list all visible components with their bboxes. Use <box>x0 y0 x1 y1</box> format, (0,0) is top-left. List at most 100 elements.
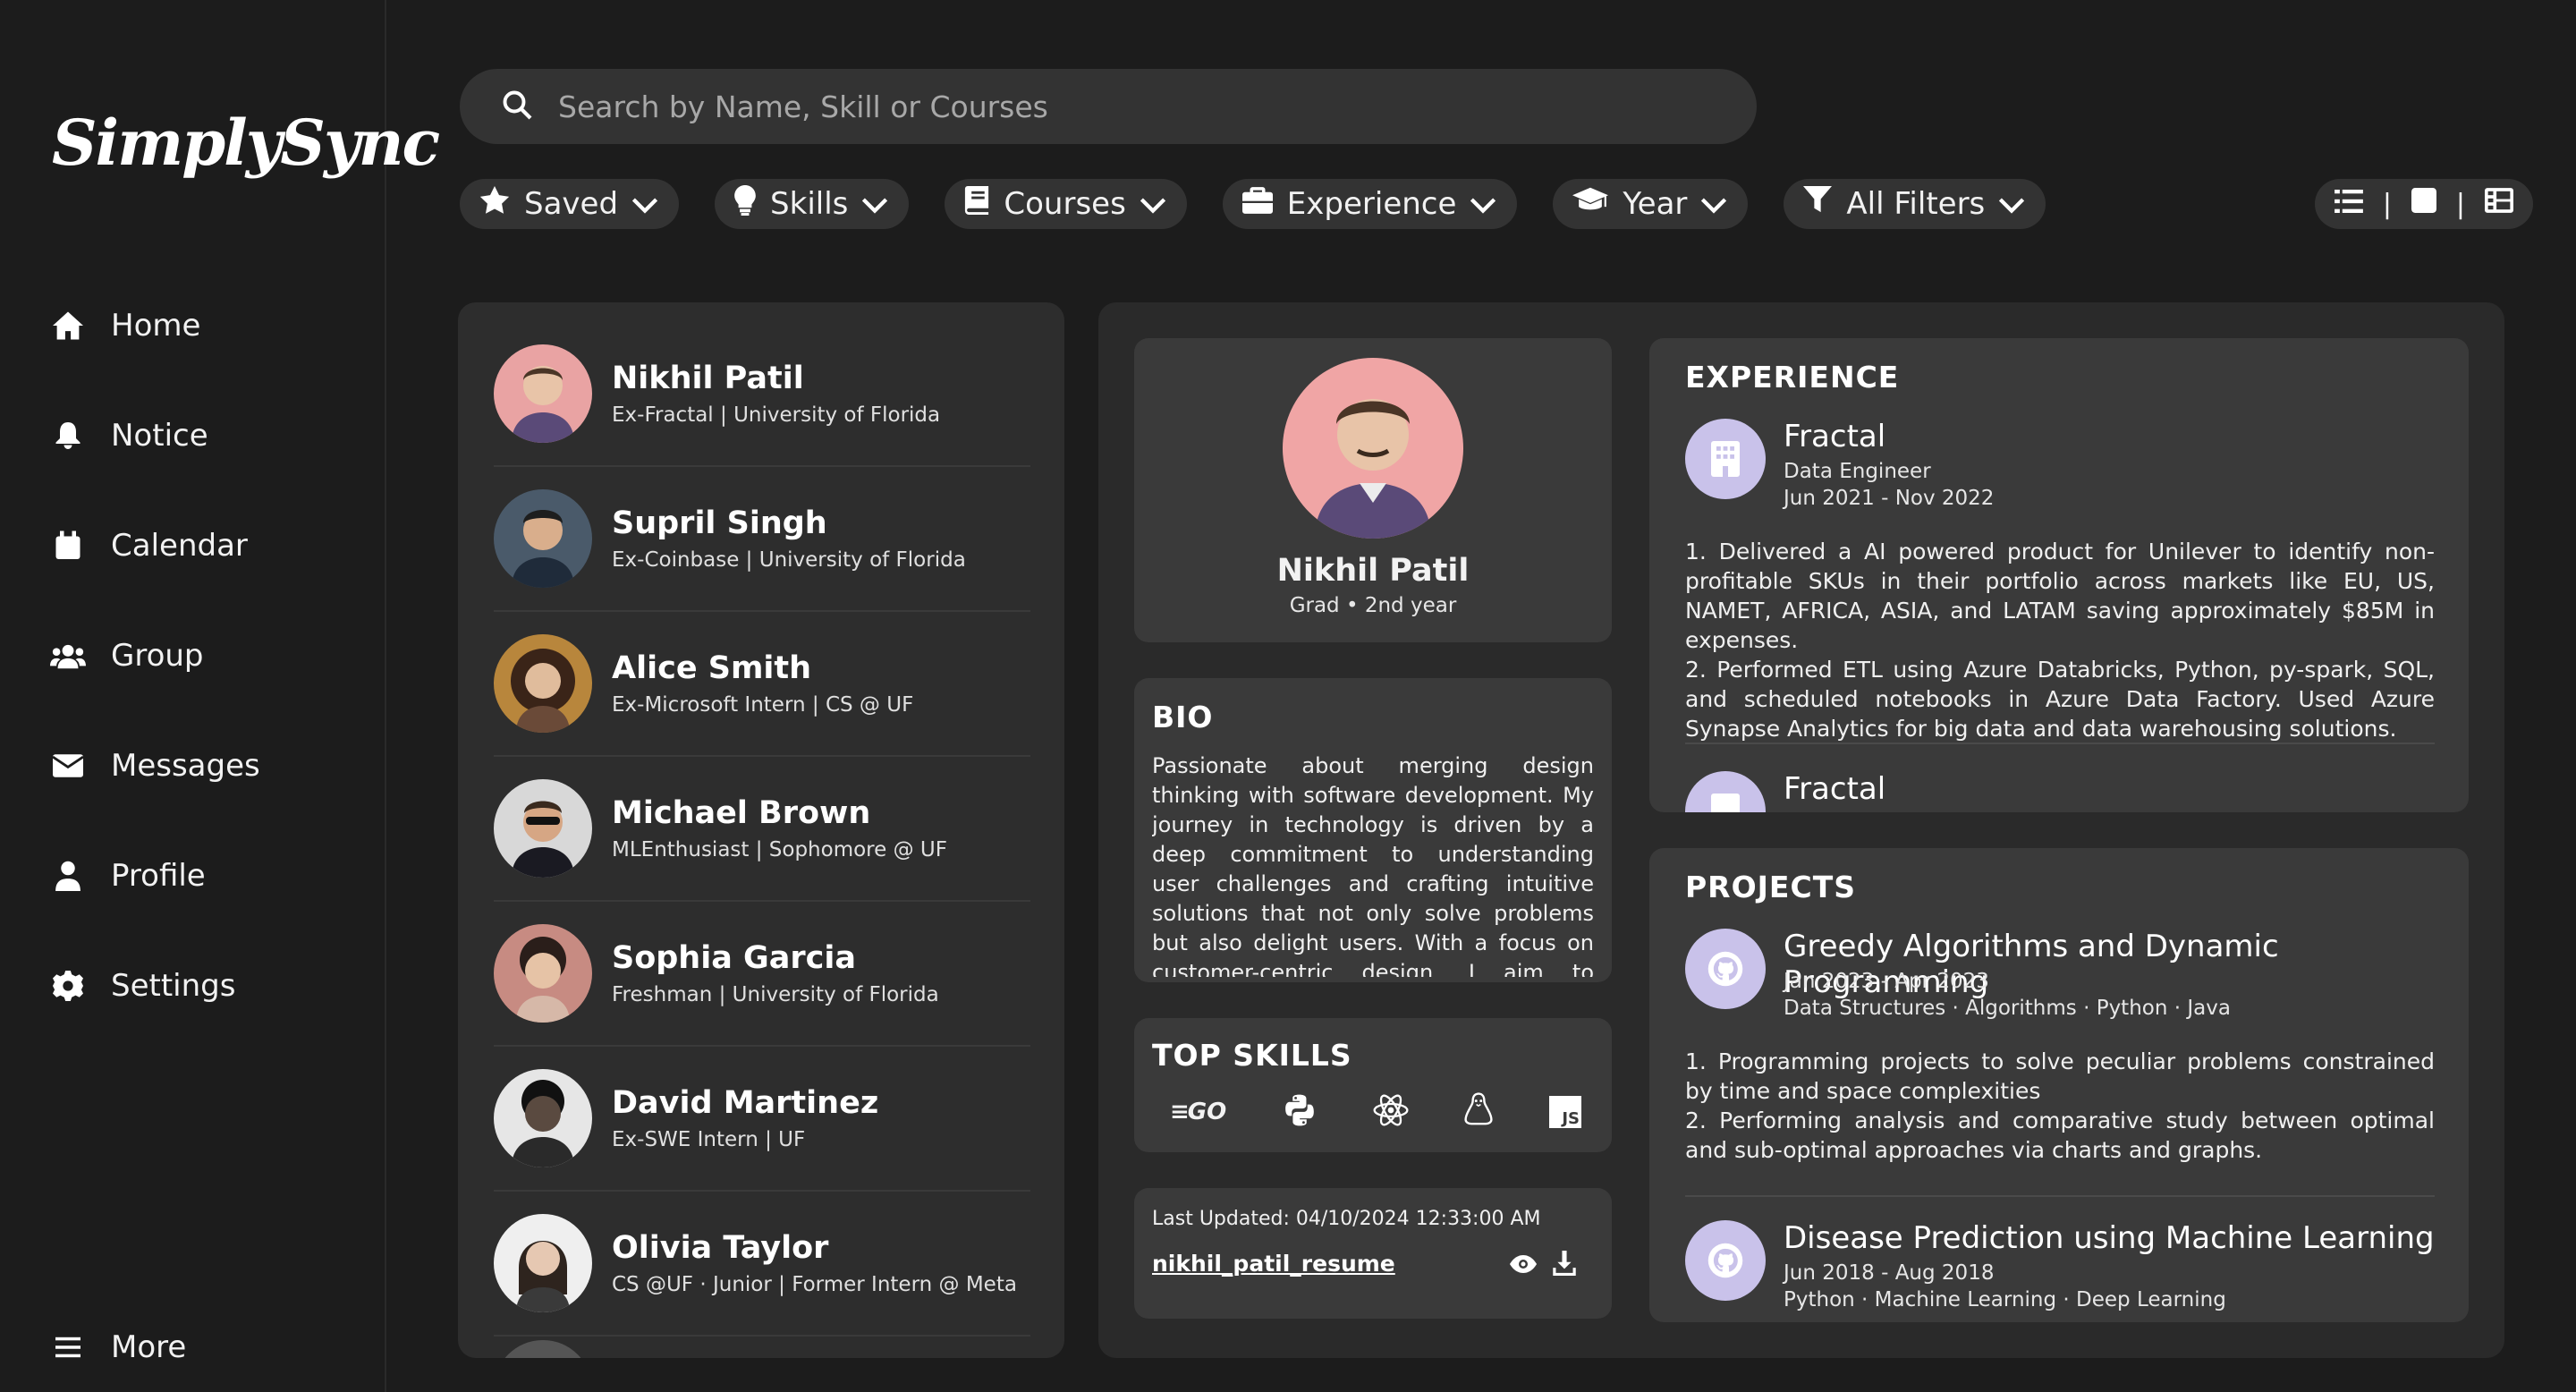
person-name: David Martinez <box>612 1085 879 1121</box>
lightbulb-icon <box>734 184 756 224</box>
experience-dates: Jun 2021 - Nov 2022 <box>1784 487 1995 510</box>
project-dates: Jan 2023 - Apr 2023 <box>1784 970 1989 993</box>
card-view-icon[interactable] <box>2411 188 2436 220</box>
sidebar-item-calendar[interactable]: Calendar <box>50 528 248 564</box>
building-icon <box>1685 771 1766 812</box>
bio-card: BIO Passionate about merging design thin… <box>1134 678 1612 982</box>
skills-title: TOP SKILLS <box>1152 1038 1352 1073</box>
github-icon <box>1685 1220 1766 1301</box>
list-item[interactable]: David Martinez Ex-SWE Intern | UF <box>494 1047 1030 1192</box>
grid-view-icon[interactable] <box>2484 188 2513 220</box>
more-button[interactable]: More <box>50 1329 186 1365</box>
filter-label: Experience <box>1286 186 1457 222</box>
bio-title: BIO <box>1152 700 1214 734</box>
chevron-down-icon <box>1999 186 2025 222</box>
list-item[interactable]: Nikhil Patil Ex-Fractal | University of … <box>494 322 1030 467</box>
avatar <box>494 1340 592 1358</box>
sidebar-item-messages[interactable]: Messages <box>50 748 260 784</box>
list-item[interactable]: Supril Singh Ex-Coinbase | University of… <box>494 467 1030 612</box>
avatar <box>494 924 592 1023</box>
search-input[interactable] <box>558 89 1631 124</box>
filter-label: Saved <box>524 186 619 222</box>
sidebar-item-label: Group <box>111 638 204 674</box>
download-icon[interactable] <box>1553 1251 1576 1279</box>
profile-subtitle: Grad • 2nd year <box>1289 594 1457 617</box>
projects-card: PROJECTS Greedy Algorithms and Dynamic P… <box>1649 848 2469 1322</box>
graduation-cap-icon <box>1572 186 1609 222</box>
filter-year[interactable]: Year <box>1553 179 1749 229</box>
experience-card: EXPERIENCE Fractal Data Engineer Jun 202… <box>1649 338 2469 812</box>
experience-role: Data Engineer <box>1784 460 1931 483</box>
eye-icon[interactable] <box>1510 1254 1537 1277</box>
person-name: Sophia Garcia <box>612 940 856 976</box>
divider <box>1685 743 2435 744</box>
sidebar-item-settings[interactable]: Settings <box>50 968 235 1004</box>
resume-link[interactable]: nikhil_patil_resume <box>1152 1251 1395 1277</box>
person-subtitle: MLEnthusiast | Sophomore @ UF <box>612 838 947 862</box>
star-icon <box>479 185 510 223</box>
filter-skills[interactable]: Skills <box>715 179 910 229</box>
resume-card: Last Updated: 04/10/2024 12:33:00 AM nik… <box>1134 1188 1612 1319</box>
project-tags: Python · Machine Learning · Deep Learnin… <box>1784 1288 2226 1311</box>
bio-text: Passionate about merging design thinking… <box>1152 753 1594 977</box>
sidebar: SimplySync Home Notice Calendar Group Me… <box>0 0 440 1392</box>
chevron-down-icon <box>631 186 658 222</box>
calendar-icon <box>50 528 86 564</box>
chevron-down-icon <box>1701 186 1727 222</box>
building-icon <box>1685 419 1766 499</box>
sidebar-item-label: Settings <box>111 968 236 1004</box>
filter-experience[interactable]: Experience <box>1222 179 1518 229</box>
linux-icon[interactable] <box>1464 1092 1493 1132</box>
more-label: More <box>111 1329 187 1365</box>
person-name: Supril Singh <box>612 505 827 541</box>
person-subtitle: Ex-Coinbase | University of Florida <box>612 548 966 572</box>
list-item[interactable]: Michael Brown MLEnthusiast | Sophomore @… <box>494 757 1030 902</box>
sidebar-item-notice[interactable]: Notice <box>50 418 208 454</box>
top-skills-card: TOP SKILLS ≡GO JS <box>1134 1018 1612 1152</box>
chevron-down-icon <box>862 186 888 222</box>
sidebar-item-home[interactable]: Home <box>50 308 200 344</box>
gear-icon <box>50 968 86 1004</box>
hamburger-icon <box>50 1329 86 1365</box>
person-subtitle: Freshman | University of Florida <box>612 983 939 1006</box>
people-list: Nikhil Patil Ex-Fractal | University of … <box>458 302 1064 1358</box>
javascript-icon[interactable]: JS <box>1549 1096 1581 1128</box>
list-view-icon[interactable] <box>2334 189 2363 220</box>
person-subtitle: Ex-Fractal | University of Florida <box>612 403 941 427</box>
project-tags: Data Structures · Algorithms · Python · … <box>1784 997 2231 1020</box>
view-toggle: | | <box>2315 179 2533 229</box>
list-item[interactable]: Sophia Garcia Freshman | University of F… <box>494 902 1030 1047</box>
filter-label: All Filters <box>1846 186 1986 222</box>
avatar <box>494 1214 592 1312</box>
sidebar-item-group[interactable]: Group <box>50 638 204 674</box>
person-name: Nikhil Patil <box>612 361 804 396</box>
search-bar[interactable] <box>460 69 1757 144</box>
python-icon[interactable] <box>1283 1093 1317 1131</box>
experience-company: Fractal <box>1784 419 1886 454</box>
filter-all[interactable]: All Filters <box>1784 179 2046 229</box>
list-item[interactable]: Olivia Taylor CS @UF · Junior | Former I… <box>494 1192 1030 1337</box>
list-item[interactable]: Alice Smith Ex-Microsoft Intern | CS @ U… <box>494 612 1030 757</box>
filter-courses[interactable]: Courses <box>945 179 1187 229</box>
sidebar-item-label: Messages <box>111 748 260 784</box>
group-icon <box>50 638 86 674</box>
chevron-down-icon <box>1470 186 1496 222</box>
filter-saved[interactable]: Saved <box>460 179 680 229</box>
app-logo[interactable]: SimplySync <box>52 106 440 180</box>
filter-label: Skills <box>770 186 849 222</box>
profile-detail-panel: Nikhil Patil Grad • 2nd year BIO Passion… <box>1098 302 2504 1358</box>
go-icon[interactable]: ≡GO <box>1170 1099 1226 1125</box>
envelope-icon <box>50 748 86 784</box>
person-subtitle: Ex-SWE Intern | UF <box>612 1128 806 1151</box>
project-dates: Jun 2018 - Aug 2018 <box>1784 1261 1995 1285</box>
profile-card: Nikhil Patil Grad • 2nd year <box>1134 338 1612 642</box>
divider <box>1685 1195 2435 1197</box>
react-icon[interactable] <box>1373 1093 1409 1131</box>
sidebar-item-label: Home <box>111 308 201 344</box>
person-name: Olivia Taylor <box>612 1230 829 1266</box>
funnel-icon <box>1803 185 1833 223</box>
sidebar-item-profile[interactable]: Profile <box>50 858 206 894</box>
person-name: Michael Brown <box>612 795 871 831</box>
experience-description: 1. Delivered a AI powered product for Un… <box>1685 539 2435 742</box>
resume-last-updated: Last Updated: 04/10/2024 12:33:00 AM <box>1152 1208 1541 1230</box>
